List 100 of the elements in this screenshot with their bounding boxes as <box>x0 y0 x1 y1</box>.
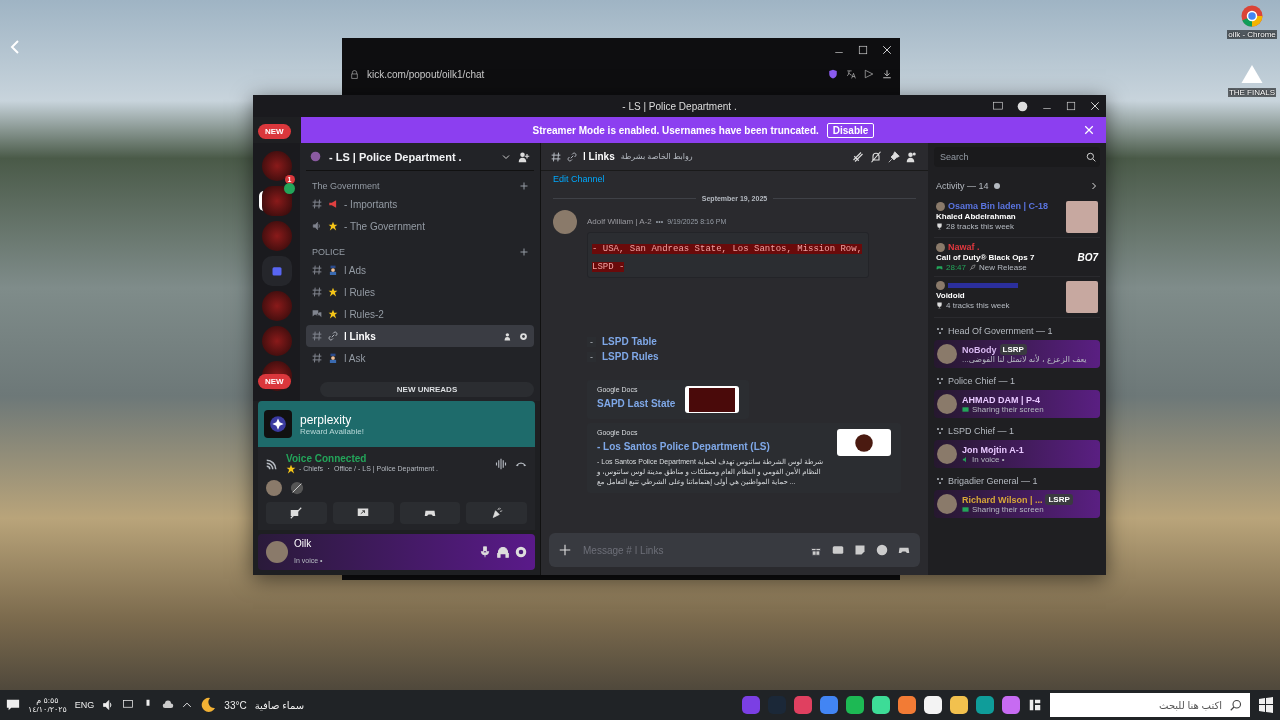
sticker-icon[interactable] <box>854 544 866 556</box>
signal-icon <box>266 457 278 470</box>
send-icon[interactable] <box>864 69 874 79</box>
taskbar-app-icon[interactable] <box>950 696 968 714</box>
role-icon <box>936 427 944 435</box>
member-row[interactable]: Jon Mojtin A-1 In voice • <box>934 440 1100 468</box>
new-unreads-button[interactable]: NEW UNREADS <box>320 382 534 397</box>
soundboard-button[interactable] <box>466 502 527 524</box>
share-screen-button[interactable] <box>332 502 394 524</box>
message-link[interactable]: LSPD Rules <box>602 351 659 362</box>
moon-icon[interactable] <box>200 697 217 713</box>
member-row[interactable]: Richard Wilson | ... LSRP Sharing their screen <box>934 490 1100 518</box>
channel-item[interactable]: ǀ Rules-2 <box>306 303 534 325</box>
activity-card[interactable]: Voidoid 4 tracks this week <box>934 277 1100 318</box>
server-icon[interactable] <box>261 186 292 216</box>
screen-share-icon <box>962 506 969 513</box>
promo-card[interactable]: perplexity Reward Available! <box>258 401 535 447</box>
members-icon[interactable] <box>906 150 918 163</box>
activity-card[interactable]: Osama Bin laden | C-18 Khaled Abdelrahman 28 tracks this week <box>934 197 1100 238</box>
taskbar-app-icon[interactable] <box>924 696 942 714</box>
waveform-icon[interactable] <box>495 457 507 470</box>
close-icon[interactable] <box>882 45 892 55</box>
category-name[interactable]: POLICE <box>312 247 520 257</box>
muted-mic-icon[interactable] <box>290 481 304 495</box>
chevron-down-icon[interactable] <box>502 152 510 161</box>
activity-heading: Activity — 14 <box>936 181 989 191</box>
language-indicator[interactable]: ENG <box>74 700 95 710</box>
channel-item[interactable]: ǀ Ask <box>306 347 534 369</box>
member-status: Sharing their screen <box>972 404 1044 414</box>
embed-title[interactable]: SAPD Last State <box>597 398 677 409</box>
url-text[interactable]: kick.com/popout/oilk1/chat <box>367 68 820 80</box>
activity-card[interactable]: Nawaf . Call of Duty® Black Ops 7 28:47 New Release BO7 <box>934 238 1100 277</box>
channel-item[interactable]: ǀ Ads <box>306 259 534 281</box>
temperature[interactable]: 33°C <box>224 699 247 711</box>
folder-icon <box>270 265 283 277</box>
search-box[interactable]: Search <box>934 147 1100 167</box>
notification-icon[interactable] <box>6 698 20 712</box>
taskbar-search-box[interactable]: اكتب هنا للبحث <box>1050 693 1250 717</box>
windows-start-icon[interactable] <box>1258 697 1274 713</box>
screen-icon[interactable] <box>993 101 1003 111</box>
muted-bell-icon[interactable] <box>870 150 882 163</box>
camera-off-button[interactable] <box>266 502 327 524</box>
desktop-icon-label[interactable]: oilk - Chrome <box>1227 30 1277 39</box>
chevron-up-icon[interactable] <box>182 700 193 710</box>
shield-icon[interactable] <box>828 69 838 79</box>
taskbar-app-icon[interactable] <box>846 696 864 714</box>
headphones-icon[interactable] <box>497 546 509 558</box>
translate-icon[interactable] <box>846 69 856 79</box>
new-pill[interactable]: NEW <box>258 124 291 139</box>
channel-item[interactable]: ǀ Rules <box>306 281 534 303</box>
embed-thumbnail[interactable] <box>837 429 891 456</box>
maximize-icon[interactable] <box>1066 101 1076 111</box>
member-status: Sharing their screen <box>972 505 1044 514</box>
member-name: AHMAD DAM | P-4 <box>962 394 1041 405</box>
pin-icon[interactable] <box>888 150 900 163</box>
activities-button[interactable] <box>399 502 461 524</box>
clock-date[interactable]: ١٤/١٠/٢٠٢٥ <box>28 705 67 714</box>
taskbar-app-icon[interactable] <box>898 696 916 714</box>
search-field[interactable]: Search <box>938 151 1086 163</box>
new-pill[interactable]: NEW <box>258 374 291 389</box>
message-link[interactable]: LSPD Table <box>602 336 657 347</box>
embed-title[interactable]: - Los Santos Police Department (LS) <box>597 441 829 452</box>
threads-icon[interactable] <box>852 150 864 163</box>
avatar[interactable] <box>266 541 288 563</box>
activity-user: Nawaf . <box>948 242 980 252</box>
channel-item[interactable]: - Importants <box>306 193 534 215</box>
avatar[interactable] <box>553 210 577 234</box>
plus-icon[interactable] <box>520 182 528 190</box>
avatar <box>937 444 957 464</box>
role-icon <box>936 327 944 335</box>
channel-title: ǀ Links <box>583 151 615 162</box>
close-icon[interactable] <box>1090 101 1100 111</box>
maximize-icon[interactable] <box>858 45 868 55</box>
weather-condition[interactable]: سماء صافية <box>254 699 305 711</box>
chrome-icon[interactable] <box>1240 4 1264 28</box>
add-member-icon[interactable] <box>504 331 513 341</box>
speaker-icon <box>962 455 969 463</box>
message-author[interactable]: Adolf William | A-2 <box>587 217 652 226</box>
avatar[interactable] <box>266 480 282 496</box>
channel-item[interactable]: ǀ Links <box>306 325 534 347</box>
rocket-icon <box>969 264 977 271</box>
server-name[interactable]: - LS | Police Department . <box>329 150 494 163</box>
clock-time[interactable]: ٥:٥٥ م <box>36 696 59 705</box>
plus-icon[interactable] <box>520 248 528 256</box>
edit-channel-link[interactable]: Edit Channel <box>553 173 605 185</box>
channel-item[interactable]: - The Government <box>306 215 534 237</box>
embed-thumbnail[interactable] <box>685 386 739 413</box>
hash-icon <box>312 353 322 363</box>
avatar <box>936 281 945 290</box>
role-icon <box>936 477 944 485</box>
member-row[interactable]: AHMAD DAM | P-4 Sharing their screen <box>934 390 1100 418</box>
disable-button[interactable]: Disable <box>826 122 875 138</box>
server-folder[interactable] <box>261 256 292 286</box>
cloud-icon[interactable] <box>162 699 175 711</box>
chevron-right-icon[interactable] <box>1090 182 1098 190</box>
category-name[interactable]: The Government <box>312 181 520 191</box>
taskbar-app-icon[interactable] <box>872 696 890 714</box>
download-icon[interactable] <box>882 69 892 79</box>
add-member-icon[interactable] <box>518 150 530 163</box>
task-view-icon[interactable] <box>1028 698 1042 712</box>
